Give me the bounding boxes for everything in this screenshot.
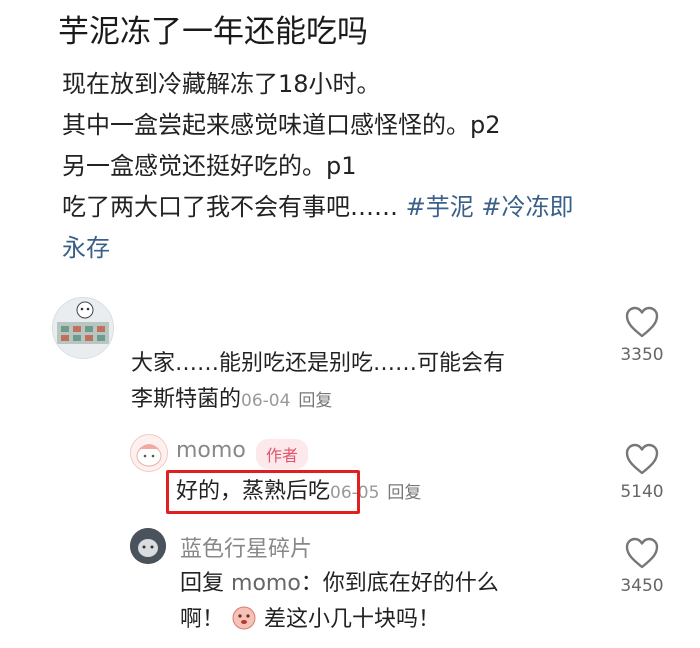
like-count: 3450	[620, 576, 664, 596]
comment-3-line-2b: 差这小几十块吗！	[264, 607, 441, 632]
like-button[interactable]: 5140	[612, 442, 672, 502]
like-button[interactable]: 3350	[612, 305, 672, 365]
comment-1-text: 大家……能别吃还是别吃……可能会有 李斯特菌的06-04 回复	[131, 346, 601, 419]
avatar[interactable]	[52, 297, 114, 359]
comment-3-line-2a: 啊！	[180, 607, 225, 632]
heart-outline-icon	[625, 306, 659, 338]
reply-to-username[interactable]: momo	[231, 571, 301, 596]
hashtag-frozen-forever[interactable]: #冷冻即	[481, 193, 573, 221]
post-line-1: 现在放到冷藏解冻了18小时。	[62, 70, 381, 98]
post-line-2: 其中一盒尝起来感觉味道口感怪怪的。p2	[62, 111, 501, 139]
avatar[interactable]	[130, 528, 166, 564]
comment-3-username[interactable]: 蓝色行星碎片	[180, 531, 312, 563]
emoji-face-icon	[232, 606, 256, 630]
like-count: 5140	[620, 482, 664, 502]
heart-outline-icon	[625, 537, 659, 569]
comment-1-line-2-text: 李斯特菌的	[131, 387, 242, 412]
avatar-image	[131, 435, 167, 471]
avatar-image	[53, 298, 113, 358]
post-title: 芋泥冻了一年还能吃吗	[58, 14, 368, 50]
post-line-4: 吃了两大口了我不会有事吧…… #芋泥 #冷冻即	[62, 187, 682, 228]
comment-3-line-1-text: ：你到底在好的什么	[300, 571, 499, 596]
highlight-box	[166, 470, 360, 514]
avatar-image	[130, 528, 166, 564]
comment-3-line-2: 啊！ 差这小几十块吗！	[180, 602, 600, 638]
comment-3-line-1: 回复 momo：你到底在好的什么	[180, 566, 600, 602]
post-line-3: 另一盒感觉还挺好吃的。p1	[62, 152, 357, 180]
comment-1-line-2: 李斯特菌的06-04 回复	[131, 382, 601, 419]
comment-3-text: 回复 momo：你到底在好的什么 啊！ 差这小几十块吗！	[180, 566, 600, 638]
avatar[interactable]	[130, 434, 168, 472]
author-badge: 作者	[256, 439, 309, 469]
hashtag-frozen-forever-cont[interactable]: 永存	[62, 234, 110, 262]
post-body: 现在放到冷藏解冻了18小时。 其中一盒尝起来感觉味道口感怪怪的。p2 另一盒感觉…	[62, 64, 682, 269]
hashtag-taro[interactable]: #芋泥	[406, 193, 474, 221]
like-button[interactable]: 3450	[612, 536, 672, 596]
reply-prefix: 回复	[180, 571, 225, 596]
reply-button[interactable]: 回复	[387, 483, 421, 503]
reply-button[interactable]: 回复	[298, 391, 332, 411]
post-line-5: 永存	[62, 228, 682, 269]
comment-1-line-1: 大家……能别吃还是别吃……可能会有	[131, 351, 506, 376]
comment-2-username[interactable]: momo	[176, 438, 246, 463]
comment-date: 06-04	[241, 391, 291, 411]
heart-outline-icon	[625, 443, 659, 475]
post-line-4-text: 吃了两大口了我不会有事吧……	[62, 193, 398, 221]
like-count: 3350	[620, 345, 664, 365]
